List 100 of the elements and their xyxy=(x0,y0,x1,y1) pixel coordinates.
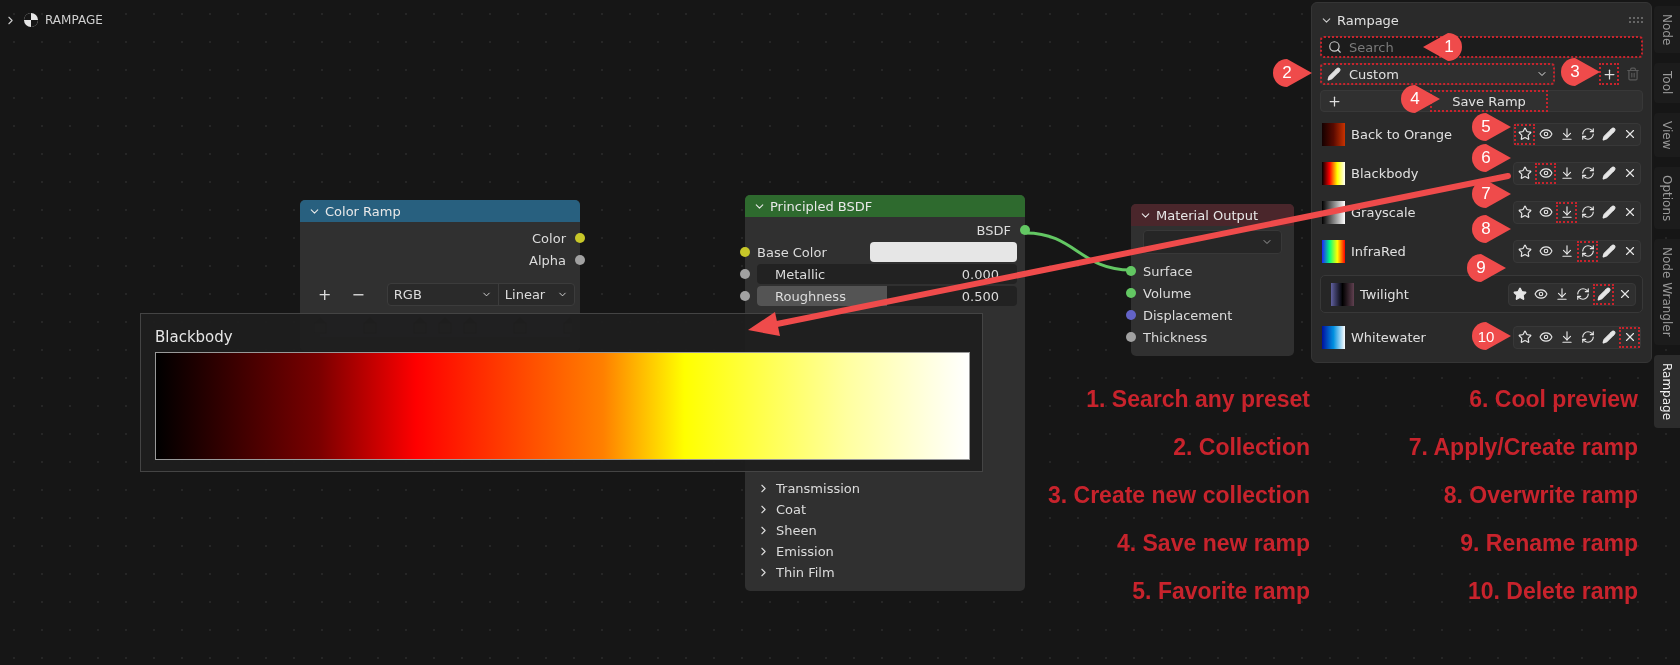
collapsed-panel[interactable]: Coat xyxy=(745,499,819,520)
socket-label: Displacement xyxy=(1143,307,1233,323)
gradient-swatch xyxy=(1322,122,1345,146)
add-icon[interactable] xyxy=(1327,93,1342,109)
editor-title: RAMPAGE xyxy=(45,13,103,27)
annotation-text: 8. Overwrite ramp xyxy=(1443,481,1638,509)
annotation-text: 6. Cool preview xyxy=(1469,385,1638,413)
download-icon xyxy=(1559,244,1574,258)
input-socket[interactable] xyxy=(1126,310,1136,320)
annotation-text: 7. Apply/Create ramp xyxy=(1408,433,1638,461)
collapsed-panel[interactable]: Sheen xyxy=(745,520,829,541)
socket-label: Base Color xyxy=(757,244,827,260)
output-socket[interactable] xyxy=(575,255,585,265)
sidebar-tab[interactable]: Node xyxy=(1654,6,1680,54)
ramp-name[interactable]: InfraRed xyxy=(1351,243,1406,259)
socket-label: BSDF xyxy=(976,222,1011,238)
selected-ramp-row[interactable]: Twilight xyxy=(1320,275,1643,313)
gradient-swatch xyxy=(1331,282,1354,306)
preview-button[interactable] xyxy=(1535,162,1556,184)
grip-icon[interactable] xyxy=(1629,17,1643,23)
value-slider[interactable]: Metallic 0.000 xyxy=(757,264,1017,284)
callout-badge: 7 xyxy=(1471,179,1513,209)
callout-badge: 9 xyxy=(1466,253,1508,283)
callout-badge: 2 xyxy=(1272,58,1314,88)
rename-button[interactable] xyxy=(1593,283,1614,305)
trash-icon xyxy=(1626,67,1640,81)
pencil-icon xyxy=(1601,244,1616,258)
collection-dropdown[interactable]: Custom xyxy=(1320,63,1555,85)
callout-badge: 3 xyxy=(1560,57,1602,87)
eye-icon xyxy=(1538,244,1553,258)
add-button[interactable] xyxy=(1599,63,1619,85)
overwrite-button[interactable] xyxy=(1577,240,1598,262)
collapsed-panel[interactable]: Transmission xyxy=(745,478,872,499)
ramp-control-button[interactable]: + xyxy=(312,284,338,304)
ramp-name[interactable]: Grayscale xyxy=(1351,204,1416,220)
callout-badge: 10 xyxy=(1471,321,1513,351)
apply-button[interactable] xyxy=(1556,201,1577,223)
node-header[interactable]: Principled BSDF xyxy=(745,195,1025,217)
gradient-swatch xyxy=(1322,239,1345,263)
panel-title: Rampage xyxy=(1337,12,1399,28)
socket-label: Surface xyxy=(1143,263,1193,279)
color-mode-dropdown[interactable]: RGB xyxy=(387,283,498,305)
plus-icon xyxy=(1601,66,1617,82)
pencil-icon xyxy=(1596,287,1611,301)
eye-icon xyxy=(1538,330,1553,344)
interpolation-dropdown[interactable]: Linear xyxy=(497,283,574,305)
output-socket[interactable] xyxy=(1020,225,1030,235)
input-socket[interactable] xyxy=(1126,288,1136,298)
input-socket[interactable] xyxy=(740,269,750,279)
color-field[interactable] xyxy=(870,242,1017,262)
pencil-icon xyxy=(1327,67,1341,81)
collapsed-panel[interactable]: Thin Film xyxy=(745,562,847,583)
download-icon xyxy=(1559,166,1574,180)
pencil-icon xyxy=(1601,330,1616,344)
gradient-swatch xyxy=(1322,161,1345,185)
ramp-name[interactable]: Whitewater xyxy=(1351,329,1426,345)
annotation-text: 3. Create new collection xyxy=(1047,481,1310,509)
callout-badge: 1 xyxy=(1421,32,1463,62)
callout-badge: 8 xyxy=(1471,214,1513,244)
refresh-icon xyxy=(1575,287,1590,301)
input-socket[interactable] xyxy=(1126,266,1136,276)
refresh-icon xyxy=(1580,244,1595,258)
annotation-text: 2. Collection xyxy=(1173,433,1310,461)
refresh-icon xyxy=(1580,205,1595,219)
input-socket[interactable] xyxy=(740,247,750,257)
pencil-icon xyxy=(1601,127,1616,141)
eye-icon xyxy=(1538,166,1553,180)
annotation-text: 1. Search any preset xyxy=(1086,385,1310,413)
socket-label: Alpha xyxy=(529,252,566,268)
collapsed-panel[interactable]: Emission xyxy=(745,541,846,562)
ramp-control-button[interactable]: − xyxy=(345,284,371,304)
download-icon xyxy=(1559,127,1574,141)
input-socket[interactable] xyxy=(740,291,750,301)
node-header[interactable]: Material Output xyxy=(1131,204,1294,226)
socket-label: Volume xyxy=(1143,285,1192,301)
sidebar-tab[interactable]: Tool xyxy=(1654,63,1680,103)
eye-icon xyxy=(1533,287,1548,301)
sidebar-tab[interactable]: Options xyxy=(1654,167,1680,230)
annotation-text: 5. Favorite ramp xyxy=(1132,577,1310,605)
annotation-text: 10. Delete ramp xyxy=(1467,577,1638,605)
refresh-icon xyxy=(1580,127,1595,141)
ramp-name[interactable]: Blackbody xyxy=(1351,165,1419,181)
sidebar-tab[interactable]: View xyxy=(1654,112,1680,158)
callout-badge: 6 xyxy=(1471,143,1513,173)
annotation-text: 9. Rename ramp xyxy=(1460,529,1638,557)
refresh-icon xyxy=(1580,330,1595,344)
sidebar-tab[interactable]: Rampage xyxy=(1654,355,1680,429)
callout-badge: 5 xyxy=(1471,112,1513,142)
ramp-name[interactable]: Back to Orange xyxy=(1351,126,1452,142)
sidebar-tab[interactable]: Node Wrangler xyxy=(1654,239,1680,346)
delete-button[interactable] xyxy=(1619,326,1640,348)
output-socket[interactable] xyxy=(575,233,585,243)
socket-label: Color xyxy=(532,230,566,246)
tooltip-title: Blackbody xyxy=(155,328,234,346)
pencil-icon xyxy=(1601,205,1616,219)
eye-icon xyxy=(1538,205,1553,219)
gradient-swatch xyxy=(1322,325,1345,349)
node-header[interactable]: Color Ramp xyxy=(300,200,580,222)
input-socket[interactable] xyxy=(1126,332,1136,342)
ramp-name[interactable]: Twilight xyxy=(1360,286,1409,302)
